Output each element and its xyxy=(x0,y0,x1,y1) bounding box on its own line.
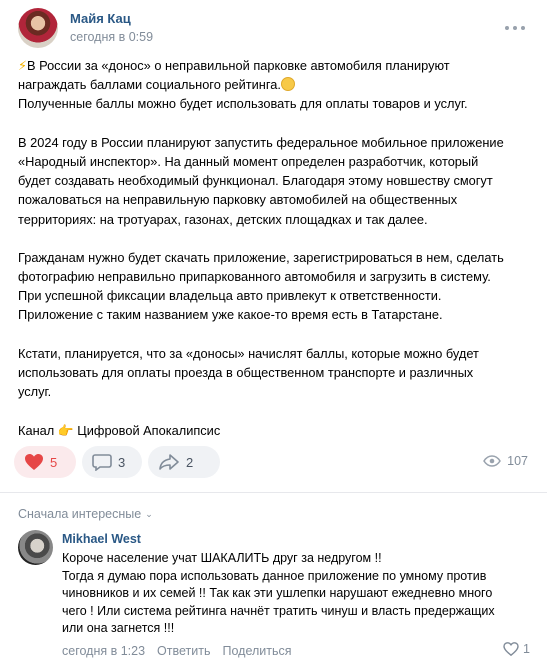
heart-icon xyxy=(25,454,43,470)
share-link[interactable]: Поделиться xyxy=(222,644,291,658)
author-name[interactable]: Майя Кац xyxy=(70,11,131,26)
channel-line: Канал 👉 Цифровой Апокалипсис xyxy=(18,422,221,438)
comment-icon xyxy=(92,454,112,471)
post-actions: 5 3 2 107 xyxy=(14,446,534,482)
comment-author[interactable]: Mikhael West xyxy=(62,532,141,546)
comment-line: Тогда я думаю пора использовать данное п… xyxy=(62,568,487,583)
post-line: В 2024 году в России планируют запустить… xyxy=(18,134,504,150)
comments-sort-dropdown[interactable]: Сначала интересные ⌄ xyxy=(18,507,153,521)
comment-line: или она загнется !!! xyxy=(62,621,175,636)
post-line: услуг. xyxy=(18,384,52,400)
post-line: использовать для оплаты проезда в общест… xyxy=(18,365,474,380)
post-line: Приложение с таким названием уже какое-т… xyxy=(18,307,443,323)
share-arrow-icon xyxy=(159,454,179,470)
comment-line: чего ! Или система рейтинга начнёт трати… xyxy=(62,603,495,618)
share-count: 2 xyxy=(186,454,194,470)
lightning-icon: ⚡ xyxy=(18,58,27,73)
views-counter: 107 xyxy=(483,454,528,468)
divider xyxy=(0,492,547,493)
comment-button[interactable]: 3 xyxy=(82,446,142,478)
post-line: Гражданам нужно будет скачать приложение… xyxy=(18,249,504,265)
more-options-button[interactable] xyxy=(505,18,525,38)
post-body: ⚡В России за «донос» о неправильной парк… xyxy=(18,56,533,440)
views-count: 107 xyxy=(507,454,528,468)
share-button[interactable]: 2 xyxy=(148,446,220,478)
post-line: пожаловаться на неправильную парковку ав… xyxy=(18,192,458,208)
eye-icon xyxy=(483,455,502,467)
post-line: ⚡В России за «донос» о неправильной парк… xyxy=(18,58,450,73)
dot-icon xyxy=(521,26,525,30)
sort-label: Сначала интересные xyxy=(18,507,142,521)
post-header: Майя Кац сегодня в 0:59 xyxy=(18,8,537,54)
heart-outline-icon xyxy=(503,642,519,656)
post-line: будет создавать необходимый функционал. … xyxy=(18,173,493,189)
post-line: «Народный инспектор». На данный момент о… xyxy=(18,153,479,169)
like-count: 5 xyxy=(50,454,58,470)
author-avatar[interactable] xyxy=(18,8,58,48)
dot-icon xyxy=(513,26,517,30)
comment-like-count: 1 xyxy=(523,642,530,656)
post-line: фотографию неправильно припаркованного а… xyxy=(18,269,491,285)
post-line: При успешной фиксации владельца авто при… xyxy=(18,288,442,304)
chevron-down-icon: ⌄ xyxy=(145,508,153,519)
comment-like-button[interactable]: 1 xyxy=(503,642,530,656)
post-line: территориях: на тротуарах, газонах, детс… xyxy=(18,211,428,227)
comment-line: чиновников и их семей !! Так как эти ушл… xyxy=(62,586,493,601)
comment-text: Короче население учат ШАКАЛИТЬ друг за н… xyxy=(62,550,532,638)
post-timestamp[interactable]: сегодня в 0:59 xyxy=(70,30,153,44)
comment-count: 3 xyxy=(118,454,126,470)
post-line: Полученные баллы можно будет использоват… xyxy=(18,96,468,112)
like-button[interactable]: 5 xyxy=(14,446,76,478)
pointing-hand-icon: 👉 xyxy=(57,422,74,438)
comment-timestamp[interactable]: сегодня в 1:23 xyxy=(62,644,145,658)
dot-icon xyxy=(505,26,509,30)
comment-line: Короче население учат ШАКАЛИТЬ друг за н… xyxy=(62,551,382,565)
flushed-face-icon xyxy=(280,77,295,92)
post-line: Кстати, планируется, что за «доносы» нач… xyxy=(18,345,479,361)
reply-link[interactable]: Ответить xyxy=(157,644,210,658)
commenter-avatar[interactable] xyxy=(18,530,53,565)
comment-meta: сегодня в 1:23 Ответить Поделиться xyxy=(62,644,292,658)
post-line: награждать баллами социального рейтинга. xyxy=(18,75,533,94)
